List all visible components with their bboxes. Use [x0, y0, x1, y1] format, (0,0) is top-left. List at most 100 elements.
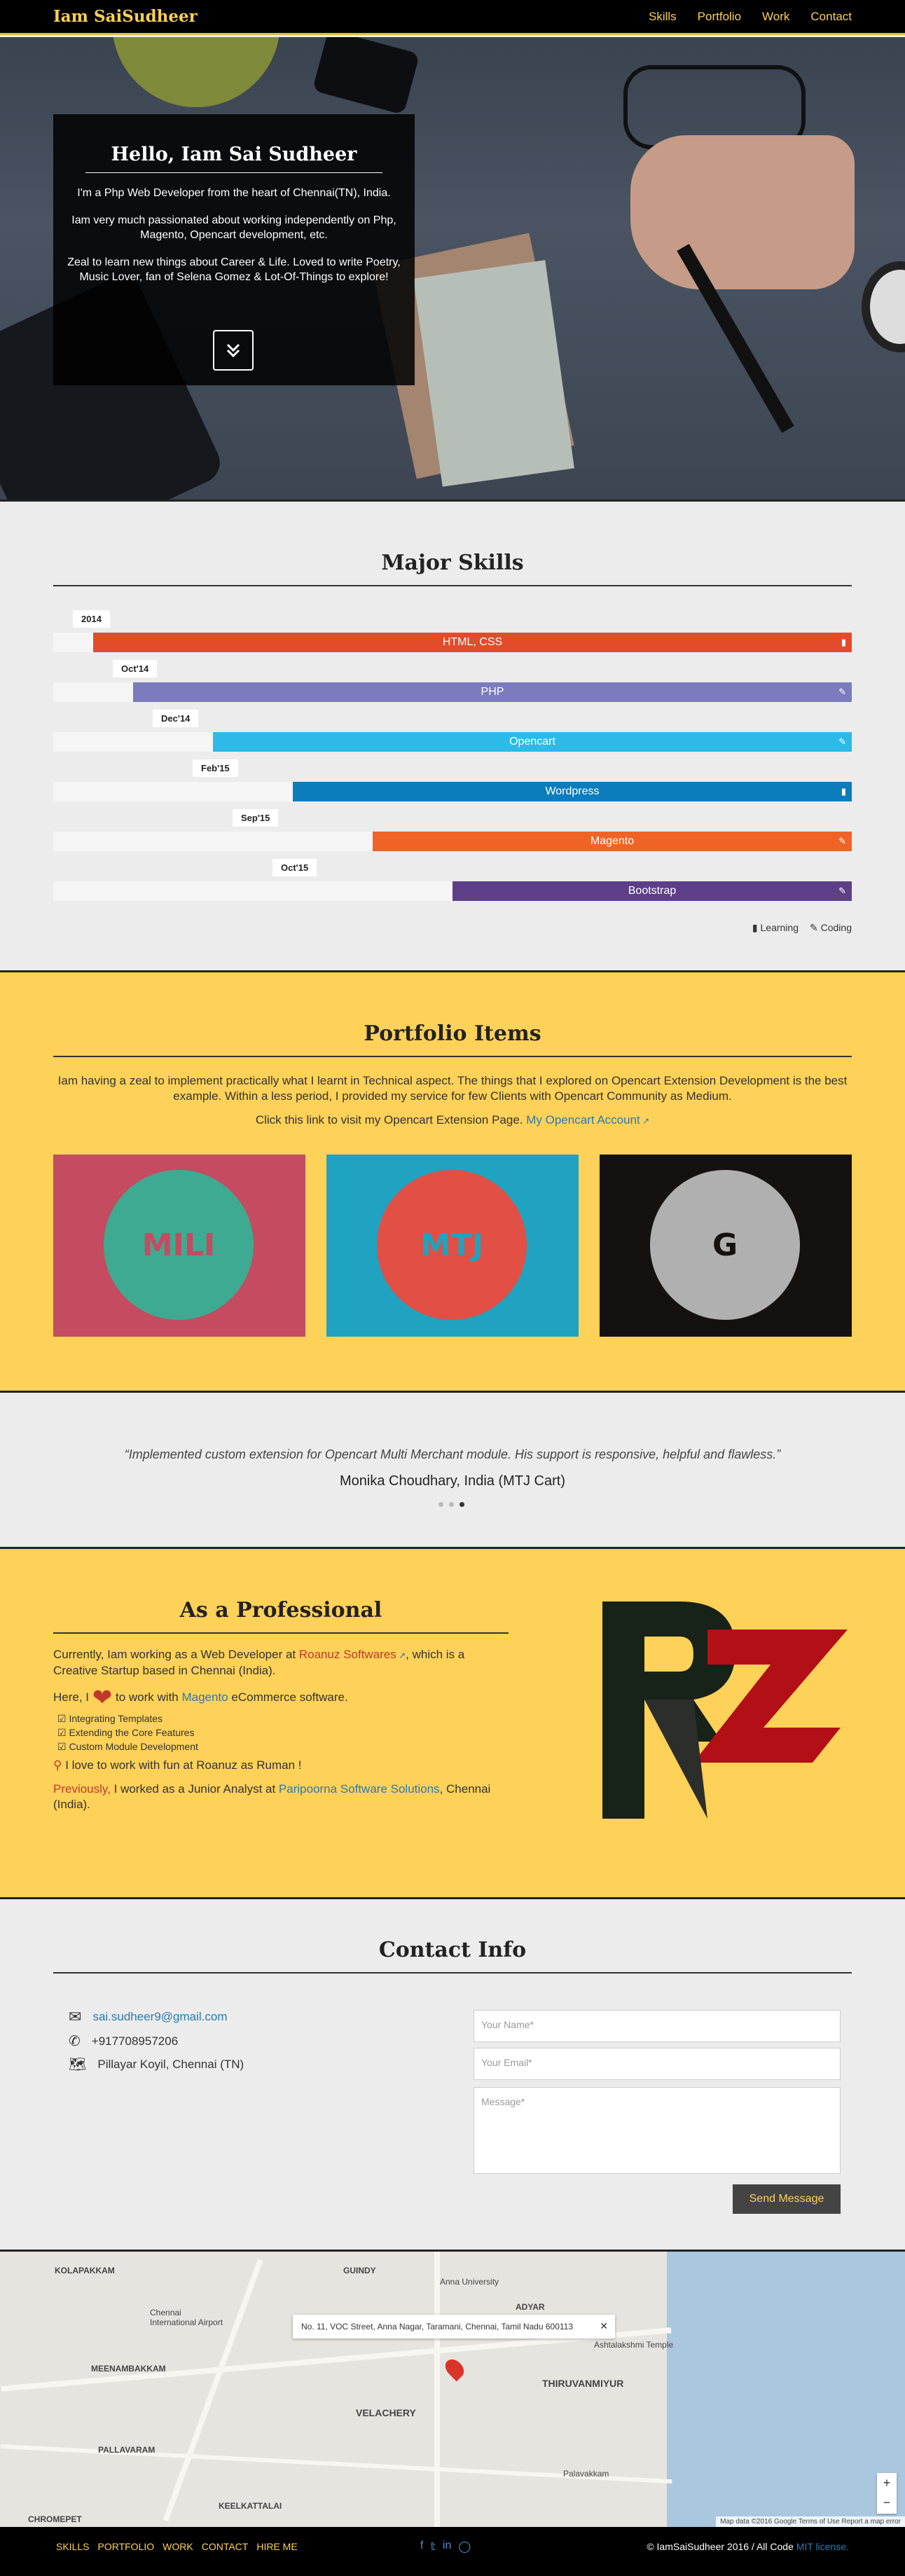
- skill-date: Feb'15: [193, 759, 238, 777]
- pencil-icon: ✎: [838, 736, 846, 747]
- zoom-in-button[interactable]: +: [877, 2473, 897, 2493]
- opencart-account-link[interactable]: My Opencart Account: [526, 1113, 640, 1127]
- send-message-button[interactable]: Send Message: [733, 2184, 841, 2214]
- roanuz-link[interactable]: Roanuz Softwares: [299, 1648, 396, 1661]
- portfolio-logo-g: G: [650, 1170, 800, 1320]
- check-item: ☑ Integrating Templates: [57, 1712, 163, 1724]
- footer: SKILLS PORTFOLIO WORK CONTACT HIRE ME f …: [0, 2527, 905, 2576]
- nav-portfolio[interactable]: Portfolio: [698, 10, 741, 24]
- portfolio-logo-mtj: MTJ: [377, 1170, 527, 1320]
- nav-contact[interactable]: Contact: [810, 10, 852, 24]
- contact-address: 🗺 Pillayar Koyil, Chennai (TN): [69, 2055, 244, 2073]
- hero-text-1: I'm a Php Web Developer from the heart o…: [77, 187, 391, 199]
- nav-skills[interactable]: Skills: [649, 10, 677, 24]
- skill-date: Dec'14: [153, 710, 199, 727]
- footer-skills[interactable]: SKILLS: [56, 2541, 89, 2552]
- envelope-icon: ✉: [69, 2008, 82, 2025]
- hero-title: Hello, Iam Sai Sudheer: [85, 144, 382, 173]
- close-icon[interactable]: ✕: [600, 2320, 608, 2332]
- skill-label: Bootstrap: [628, 885, 677, 897]
- skill-date: Sep'15: [233, 809, 279, 827]
- zoom-out-button[interactable]: −: [877, 2493, 897, 2512]
- facebook-icon[interactable]: f: [420, 2540, 423, 2554]
- professional-body: Currently, Iam working as a Web Develope…: [53, 1647, 509, 1812]
- skill-track: Wordpress ▮: [53, 782, 852, 801]
- contact-email: ✉ sai.sudheer9@gmail.com: [69, 2008, 228, 2026]
- address-text: Pillayar Koyil, Chennai (TN): [97, 2057, 244, 2071]
- testimonial-quote: “Implemented custom extension for Openca…: [124, 1447, 781, 1461]
- paripoorna-link[interactable]: Paripoorna Software Solutions: [279, 1782, 440, 1796]
- google-map[interactable]: KOLAPAKKAM GUINDY ADYAR THIRUVANMIYUR VE…: [0, 2250, 905, 2527]
- skills-section: Major Skills 2014 HTML, CSS ▮ Oct'14 PHP ✎ Dec…: [0, 500, 905, 970]
- checkbox-icon: ☑: [57, 1740, 67, 1752]
- hero-intro-box: Hello, Iam Sai Sudheer I'm a Php Web Dev…: [53, 114, 415, 385]
- portfolio-tile-mtj[interactable]: MTJ: [326, 1155, 579, 1337]
- email-input[interactable]: Your Email*: [474, 2048, 841, 2080]
- footer-work[interactable]: WORK: [163, 2541, 193, 2552]
- carousel-dot-2[interactable]: [449, 1502, 454, 1507]
- phone-number: +917708957206: [91, 2034, 179, 2048]
- skill-bar: Magento ✎: [373, 832, 852, 851]
- brand-logo[interactable]: Iam SaiSudheer: [53, 7, 198, 26]
- hero-bg-device: [312, 37, 420, 115]
- navbar: Iam SaiSudheer Skills Portfolio Work Con…: [0, 0, 905, 35]
- nav-work[interactable]: Work: [762, 10, 789, 24]
- footer-portfolio[interactable]: PORTFOLIO: [97, 2541, 154, 2552]
- skill-track: PHP ✎: [53, 682, 852, 702]
- pencil-icon: ✎: [810, 922, 818, 933]
- footer-hire-me[interactable]: HIRE ME: [256, 2541, 297, 2552]
- skill-label: HTML, CSS: [442, 636, 503, 648]
- hero-bg-watch: [862, 261, 905, 352]
- footer-contact[interactable]: CONTACT: [202, 2541, 249, 2552]
- portfolio-tile-mili[interactable]: MILI: [53, 1155, 305, 1337]
- hero-text-2: Iam very much passionated about working …: [71, 214, 396, 241]
- map-info-window: No. 11, VOC Street, Anna Nagar, Taramani…: [293, 2315, 615, 2339]
- whatsapp-icon: ✆: [69, 2034, 81, 2049]
- carousel-dot-1[interactable]: [438, 1502, 443, 1507]
- social-links: f 𝕥 in ◯: [420, 2540, 471, 2554]
- testimonial-author: Monika Choudhary, India (MTJ Cart): [340, 1473, 565, 1489]
- skill-track: Magento ✎: [53, 832, 852, 851]
- map-label: KEELKATTALAI: [219, 2501, 282, 2511]
- email-link[interactable]: sai.sudheer9@gmail.com: [92, 2010, 227, 2024]
- skills-legend: ▮ Learning ✎ Coding: [752, 922, 852, 934]
- skill-track: Bootstrap ✎: [53, 881, 852, 901]
- skill-track: Opencart ✎: [53, 732, 852, 752]
- external-link-icon: ↗: [640, 1116, 650, 1126]
- portfolio-description: Iam having a zeal to implement practical…: [53, 1073, 852, 1129]
- love-line: Here, I ❤ to work with Magento eCommerce…: [53, 1684, 348, 1711]
- portfolio-tile-g[interactable]: G: [600, 1155, 852, 1337]
- mit-license-link[interactable]: MIT license.: [796, 2541, 849, 2552]
- map-label: KOLAPAKKAM: [55, 2266, 115, 2275]
- fun-line: ⚲ I love to work with fun at Roanuz as R…: [53, 1758, 302, 1772]
- map-attribution[interactable]: Map data ©2016 Google Terms of Use Repor…: [716, 2516, 905, 2527]
- map-label: Palavakkam: [563, 2469, 609, 2479]
- legend-learning: ▮ Learning: [752, 922, 799, 933]
- map-label: THIRUVANMIYUR: [542, 2378, 624, 2389]
- map-label: Anna University: [440, 2277, 499, 2287]
- skill-date: Oct'15: [272, 859, 317, 876]
- map-label: Chennai International Airport: [150, 2308, 223, 2327]
- skill-label: Opencart: [509, 736, 555, 748]
- book-icon: ▮: [752, 922, 758, 933]
- footer-links: SKILLS PORTFOLIO WORK CONTACT HIRE ME: [56, 2541, 298, 2552]
- portfolio-title: Portfolio Items: [53, 1021, 852, 1057]
- scroll-down-button[interactable]: [213, 330, 254, 371]
- book-icon: ▮: [841, 786, 846, 797]
- twitter-icon[interactable]: 𝕥: [430, 2540, 435, 2554]
- map-pin-icon[interactable]: [441, 2355, 468, 2382]
- github-icon[interactable]: ◯: [458, 2540, 471, 2554]
- magento-link[interactable]: Magento: [181, 1690, 228, 1704]
- hero-bg-cup: [112, 37, 280, 107]
- hero-bg-hand: [630, 135, 855, 289]
- linkedin-icon[interactable]: in: [443, 2540, 451, 2554]
- carousel-dot-3[interactable]: [460, 1502, 464, 1507]
- skill-bar: PHP ✎: [133, 682, 852, 702]
- contact-phone: ✆ +917708957206: [69, 2032, 178, 2050]
- portfolio-logo-mili: MILI: [104, 1170, 254, 1320]
- pencil-icon: ✎: [838, 687, 846, 697]
- skill-label: Wordpress: [545, 785, 600, 797]
- message-textarea[interactable]: Message*: [474, 2087, 841, 2174]
- contact-section: Contact Info ✉ sai.sudheer9@gmail.com ✆ …: [0, 1897, 905, 2250]
- name-input[interactable]: Your Name*: [474, 2010, 841, 2042]
